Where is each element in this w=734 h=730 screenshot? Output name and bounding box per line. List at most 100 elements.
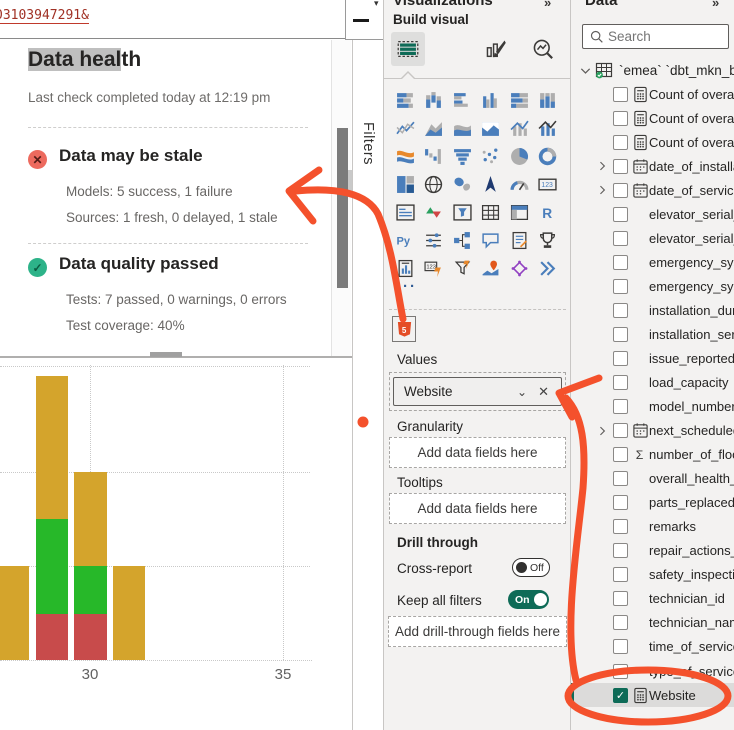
field-pill-website[interactable]: Website ⌄ ✕	[393, 377, 562, 406]
bar-segment-red[interactable]	[74, 614, 107, 660]
field-row-parts-replaced[interactable]: parts_replaced	[571, 491, 734, 515]
visual-key-influencers[interactable]	[506, 256, 532, 280]
collapse-pane-icon[interactable]: »	[712, 0, 719, 10]
chevron-right-icon[interactable]	[595, 159, 609, 173]
field-row-load-capacity[interactable]: load_capacity	[571, 371, 734, 395]
collapse-pane-icon[interactable]: »	[544, 0, 551, 10]
tab-format-visual[interactable]	[479, 32, 513, 66]
field-row-count-of-overal-[interactable]: Count of overal..	[571, 106, 734, 130]
field-checkbox[interactable]	[613, 255, 628, 270]
field-checkbox[interactable]	[613, 399, 628, 414]
textbox-text[interactable]: 03103947291&	[0, 8, 89, 24]
visual-stacked-bar-chart[interactable]	[392, 88, 418, 112]
drill-through-well[interactable]: Add drill-through fields here	[388, 616, 567, 647]
field-row-date-of-service[interactable]: date_of_service	[571, 178, 734, 202]
visual-table[interactable]	[478, 200, 504, 224]
field-checkbox[interactable]: ✓	[613, 688, 628, 703]
visual-smart-narrative[interactable]	[506, 228, 532, 252]
visual-area-chart[interactable]	[421, 116, 447, 140]
bar-segment-green[interactable]	[74, 566, 107, 614]
field-row-technician-id[interactable]: technician_id	[571, 587, 734, 611]
visual-scatter-chart[interactable]	[478, 144, 504, 168]
visual-pie-chart[interactable]	[506, 144, 532, 168]
visual-paginated-report[interactable]	[392, 256, 418, 280]
field-checkbox[interactable]	[613, 447, 628, 462]
visual-multi-row-card[interactable]	[392, 200, 418, 224]
field-row-number-of-floo-[interactable]: Σnumber_of_floo.	[571, 443, 734, 467]
visual-map[interactable]	[421, 172, 447, 196]
visual-clustered-column-chart[interactable]	[478, 88, 504, 112]
field-checkbox[interactable]	[613, 279, 628, 294]
card-scrollbar-track[interactable]	[331, 40, 351, 356]
field-checkbox[interactable]	[613, 87, 628, 102]
filters-pane-collapsed[interactable]: Filters	[352, 40, 383, 730]
remove-field-icon[interactable]: ✕	[538, 384, 549, 400]
visual-q-and-a[interactable]	[478, 228, 504, 252]
visual-power-apps-visual[interactable]: 123	[421, 256, 447, 280]
visual-button-slicer[interactable]	[421, 228, 447, 252]
field-row-count-of-overal-[interactable]: Count of overal..	[571, 130, 734, 154]
visual-treemap[interactable]	[392, 172, 418, 196]
tab-analytics[interactable]	[526, 32, 560, 66]
field-checkbox[interactable]	[613, 231, 628, 246]
field-row-installation-dur-[interactable]: installation_dur..	[571, 298, 734, 322]
keep-all-filters-toggle[interactable]: On	[508, 590, 549, 609]
field-row-emergency-syst-[interactable]: emergency_syst.	[571, 250, 734, 274]
visual-stacked-column-chart[interactable]	[421, 88, 447, 112]
field-row-count-of-overal-[interactable]: Count of overal..	[571, 82, 734, 106]
visual-card[interactable]: 123	[535, 172, 561, 196]
filters-pane-label[interactable]: Filters	[360, 122, 376, 165]
visual-100-stacked-area-chart[interactable]	[478, 116, 504, 140]
field-checkbox[interactable]	[613, 183, 628, 198]
field-row-elevator-serial-[interactable]: elevator_serial_..	[571, 202, 734, 226]
visual-gauge[interactable]	[506, 172, 532, 196]
field-row-emergency-syst-[interactable]: emergency_syst.	[571, 274, 734, 298]
bar-segment-red[interactable]	[36, 614, 68, 660]
field-checkbox[interactable]	[613, 351, 628, 366]
visual-donut-chart[interactable]	[535, 144, 561, 168]
visual-matrix[interactable]	[506, 200, 532, 224]
tooltips-well[interactable]: Add data fields here	[389, 493, 566, 524]
field-checkbox[interactable]	[613, 303, 628, 318]
field-checkbox[interactable]	[613, 543, 628, 558]
field-row-type-of-service[interactable]: type_of_service	[571, 659, 734, 683]
visual-decomposition-tree[interactable]	[449, 228, 475, 252]
field-checkbox[interactable]	[613, 639, 628, 654]
visual-slicer[interactable]	[449, 200, 475, 224]
field-checkbox[interactable]	[613, 135, 628, 150]
stacked-column-chart-visual[interactable]: 3035	[0, 360, 351, 730]
bar-segment-gold[interactable]	[74, 472, 107, 566]
field-row-time-of-service[interactable]: time_of_service	[571, 635, 734, 659]
field-row-remarks[interactable]: remarks	[571, 515, 734, 539]
chevron-right-icon[interactable]	[595, 424, 609, 438]
visual-python-visual[interactable]: Py	[392, 228, 418, 252]
visual-ribbon-chart[interactable]	[392, 144, 418, 168]
chevron-down-icon[interactable]: ⌄	[517, 385, 527, 399]
visual-power-automate-visual[interactable]	[449, 256, 475, 280]
visual-arcgis-map[interactable]	[478, 256, 504, 280]
field-checkbox[interactable]	[613, 111, 628, 126]
values-well[interactable]: Website ⌄ ✕	[389, 372, 566, 411]
visual-100-stacked-bar-chart[interactable]	[506, 88, 532, 112]
chevron-right-icon[interactable]	[595, 183, 609, 197]
visual-double-chevron-visual[interactable]	[535, 256, 561, 280]
card-scrollbar-thumb[interactable]	[337, 128, 348, 288]
field-checkbox[interactable]	[613, 591, 628, 606]
visual-r-script-visual[interactable]: R	[535, 200, 561, 224]
collapse-dash-icon[interactable]	[353, 19, 369, 22]
field-row-model-number[interactable]: model_number	[571, 395, 734, 419]
search-input[interactable]	[608, 29, 718, 44]
field-checkbox[interactable]	[613, 519, 628, 534]
field-checkbox[interactable]	[613, 495, 628, 510]
field-row-overall-health-c-[interactable]: overall_health_c.	[571, 467, 734, 491]
field-checkbox[interactable]	[613, 423, 628, 438]
field-row-installation-serv-[interactable]: installation_serv.	[571, 322, 734, 346]
field-row-technician-name[interactable]: technician_name	[571, 611, 734, 635]
visual-clustered-bar-chart[interactable]	[449, 88, 475, 112]
card-hscrollbar-thumb[interactable]	[150, 352, 182, 357]
field-row-next-scheduled-[interactable]: next_scheduled..	[571, 419, 734, 443]
visual-waterfall-chart[interactable]	[421, 144, 447, 168]
search-box[interactable]	[582, 24, 729, 49]
cross-report-toggle[interactable]: Off	[512, 558, 550, 577]
bar-segment-gold[interactable]	[0, 566, 29, 660]
